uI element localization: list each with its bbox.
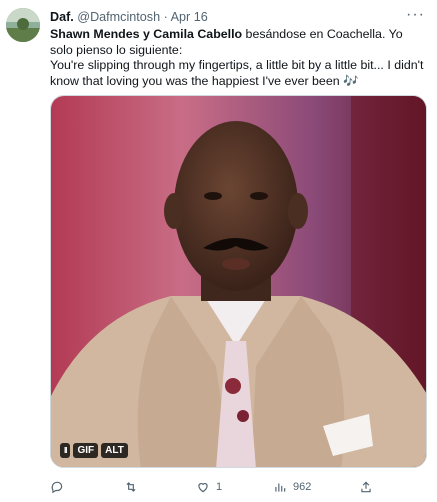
music-notes-emoji: 🎶 — [343, 73, 359, 88]
reply-button[interactable] — [50, 480, 124, 494]
tweet-text-line2: You're slipping through my fingertips, a… — [50, 58, 424, 88]
tweet-header: Daf. @Dafmcintosh · Apr 16 — [50, 9, 425, 25]
media-badges: II GIF ALT — [60, 443, 128, 458]
reply-icon — [51, 481, 63, 494]
author-name[interactable]: Daf. — [50, 10, 74, 24]
pause-button[interactable]: II — [60, 443, 71, 458]
separator-dot: · — [163, 10, 168, 24]
share-icon — [361, 481, 371, 493]
tweet-text-bold: Shawn Mendes y Camila Cabello — [50, 27, 243, 41]
gif-frame-image — [51, 96, 426, 467]
tweet-date[interactable]: Apr 16 — [171, 10, 208, 24]
gif-badge: GIF — [73, 443, 99, 458]
like-button[interactable]: 1 — [196, 480, 273, 494]
heart-icon — [198, 483, 208, 493]
author-handle[interactable]: @Dafmcintosh — [77, 10, 160, 24]
views-button[interactable]: 962 — [273, 480, 359, 494]
share-button[interactable] — [359, 480, 373, 494]
views-count: 962 — [293, 481, 312, 493]
alt-text-button[interactable]: ALT — [101, 443, 128, 458]
views-chart-icon — [275, 483, 286, 492]
like-count: 1 — [216, 481, 223, 493]
tweet-content: Daf. @Dafmcintosh · Apr 16 Shawn Mendes … — [50, 9, 425, 89]
tweet-text: Shawn Mendes y Camila Cabello besándose … — [50, 27, 425, 89]
tweet-actions: 1 962 — [50, 480, 425, 494]
avatar[interactable] — [6, 8, 40, 42]
retweet-button[interactable] — [124, 480, 196, 494]
tweet-media-gif[interactable]: II GIF ALT — [50, 95, 427, 468]
tweet-card[interactable]: ··· Daf. @Dafmcintosh · Apr 16 Shawn Men… — [0, 0, 437, 502]
retweet-icon — [126, 482, 136, 492]
